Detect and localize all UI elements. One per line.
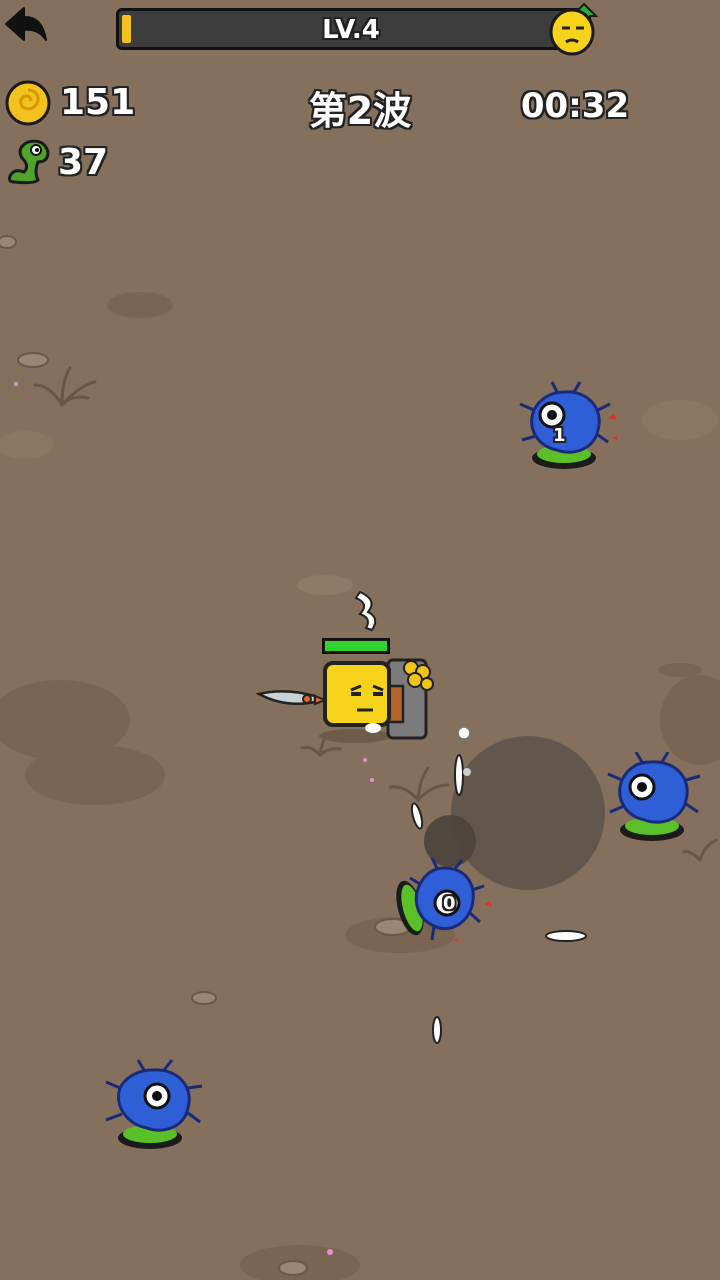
player-character[interactable] (255, 636, 440, 746)
experience-bar: LV.4 (116, 8, 586, 50)
level-label: LV.4 (322, 15, 380, 45)
blade-projectile (454, 754, 464, 796)
kill-count: 37 (58, 142, 109, 183)
blade-projectile (545, 930, 587, 942)
wave-timer: 00:32 (520, 86, 630, 126)
blade-projectile (410, 802, 424, 830)
hit-spark (463, 768, 471, 776)
player-face-icon (549, 2, 599, 56)
coin-count: 151 (60, 82, 136, 123)
boomerang-projectile (354, 590, 377, 632)
green-worm-icon (8, 139, 50, 185)
blade-projectile (432, 1016, 442, 1044)
back-arrow-icon[interactable] (2, 4, 50, 46)
gold-coin-icon (5, 80, 51, 126)
game-stage[interactable]: 1 0 LV.4 151 37 第2波 00:32 (0, 0, 720, 1280)
hit-spark (457, 726, 471, 740)
player-health-fill (325, 641, 387, 651)
wave-label: 第2波 (308, 89, 412, 133)
